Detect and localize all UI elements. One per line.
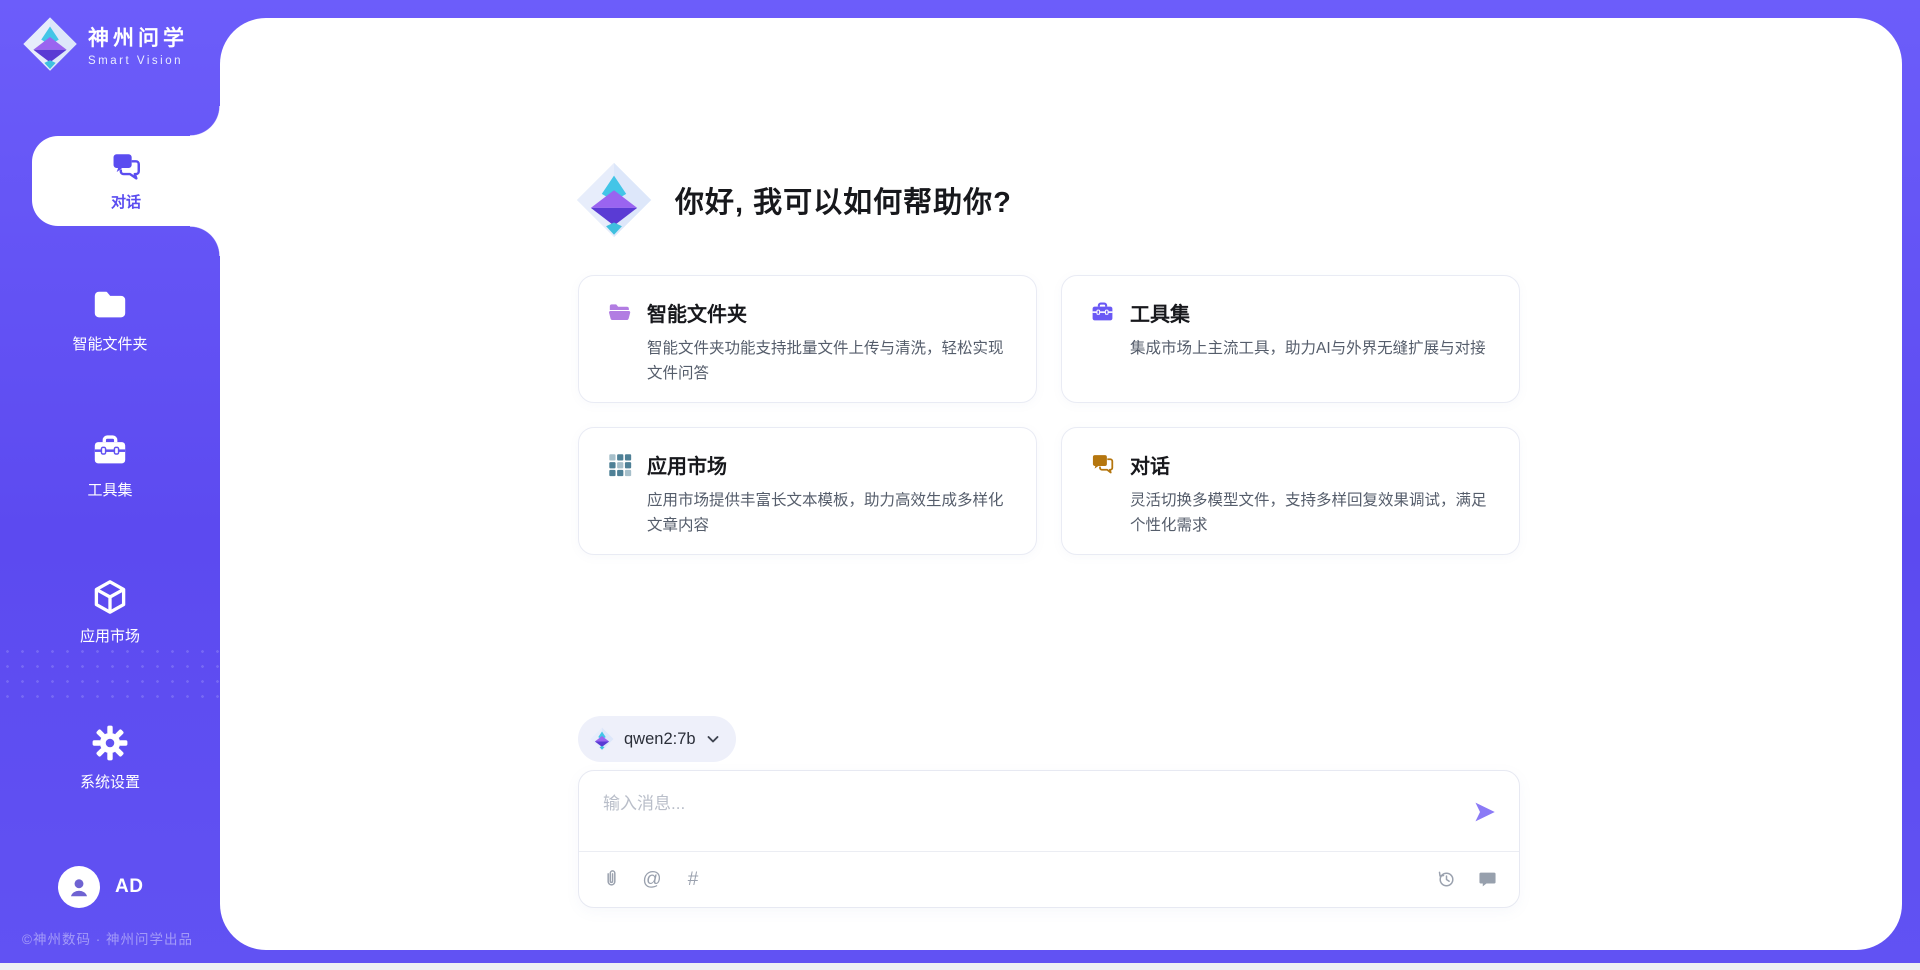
user-profile[interactable]: AD [58,866,143,908]
brand-subtitle: Smart Vision [88,55,188,67]
assistant-logo-icon [575,161,653,239]
cube-icon [91,578,129,616]
user-initials: AD [115,876,143,898]
chat-bubbles-icon [109,150,143,184]
attachment-button[interactable] [599,868,623,892]
chat-bubble-icon [1090,452,1115,477]
card-title: 智能文件夹 [647,298,747,327]
model-name: qwen2:7b [624,730,696,749]
card-description: 集成市场上主流工具，助力AI与外界无缝扩展与对接 [1130,336,1488,361]
card-title: 对话 [1130,450,1170,479]
brand: 神州问学 Smart Vision [22,16,188,72]
person-icon [66,874,92,900]
sidebar-item-label: 系统设置 [80,771,140,792]
card-app-market[interactable]: 应用市场 应用市场提供丰富长文本模板，助力高效生成多样化文章内容 [578,427,1037,555]
send-icon [1472,799,1498,825]
mention-button[interactable]: @ [640,868,664,892]
sidebar-item-toolset[interactable]: 工具集 [0,432,220,500]
mention-icon: @ [642,869,661,891]
card-description: 应用市场提供丰富长文本模板，助力高效生成多样化文章内容 [647,488,1005,538]
toolbox-icon [1090,300,1115,325]
sidebar-dot-pattern [0,644,220,702]
sidebar-item-label: 工具集 [87,479,132,500]
bottom-scrollbar[interactable] [0,963,1920,970]
folder-icon [91,286,129,324]
new-chat-button[interactable] [1475,868,1499,892]
card-smart-folder[interactable]: 智能文件夹 智能文件夹功能支持批量文件上传与清洗，轻松实现文件问答 [578,275,1037,403]
toolbox-icon [91,432,129,470]
card-title: 工具集 [1130,298,1190,327]
card-chat[interactable]: 对话 灵活切换多模型文件，支持多样回复效果调试，满足个性化需求 [1061,427,1520,555]
chevron-down-icon [706,733,720,745]
greeting: 你好, 我可以如何帮助你? [575,161,1012,239]
message-input[interactable] [601,787,1451,843]
feature-cards: 智能文件夹 智能文件夹功能支持批量文件上传与清洗，轻松实现文件问答 工具集 集成… [578,275,1520,555]
sidebar-item-chat[interactable]: 对话 [32,136,220,226]
comment-icon [1477,869,1498,890]
avatar [58,866,100,908]
hashtag-button[interactable]: # [681,868,705,892]
history-icon [1436,869,1457,890]
history-button[interactable] [1434,868,1458,892]
hashtag-icon: # [688,869,699,891]
send-button[interactable] [1471,799,1499,827]
card-description: 灵活切换多模型文件，支持多样回复效果调试，满足个性化需求 [1130,488,1488,538]
sidebar-item-label: 智能文件夹 [72,333,147,354]
grid-icon [607,452,632,477]
model-selector[interactable]: qwen2:7b [578,716,736,762]
greeting-text: 你好, 我可以如何帮助你? [675,179,1012,221]
sidebar-item-app-market[interactable]: 应用市场 [0,578,220,646]
gear-icon [91,724,129,762]
sidebar: 神州问学 Smart Vision 对话 智能文件夹 工具集 [0,0,220,970]
sidebar-item-smart-folder[interactable]: 智能文件夹 [0,286,220,354]
sidebar-item-label: 对话 [111,191,141,212]
paperclip-icon [601,869,622,890]
brand-logo-icon [22,16,78,72]
sidebar-item-label: 应用市场 [80,625,140,646]
message-composer: @ # [578,770,1520,908]
brand-title: 神州问学 [88,22,188,52]
model-logo-icon [590,727,614,751]
card-toolset[interactable]: 工具集 集成市场上主流工具，助力AI与外界无缝扩展与对接 [1061,275,1520,403]
composer-toolbar: @ # [579,852,1519,907]
folder-open-icon [607,300,632,325]
card-description: 智能文件夹功能支持批量文件上传与清洗，轻松实现文件问答 [647,336,1005,386]
footer-credit: ©神州数码 · 神州问学出品 [22,928,193,948]
card-title: 应用市场 [647,450,727,479]
main-panel: 你好, 我可以如何帮助你? 智能文件夹 智能文件夹功能支持批量文件上传与清洗，轻… [220,18,1902,950]
sidebar-item-settings[interactable]: 系统设置 [0,724,220,792]
